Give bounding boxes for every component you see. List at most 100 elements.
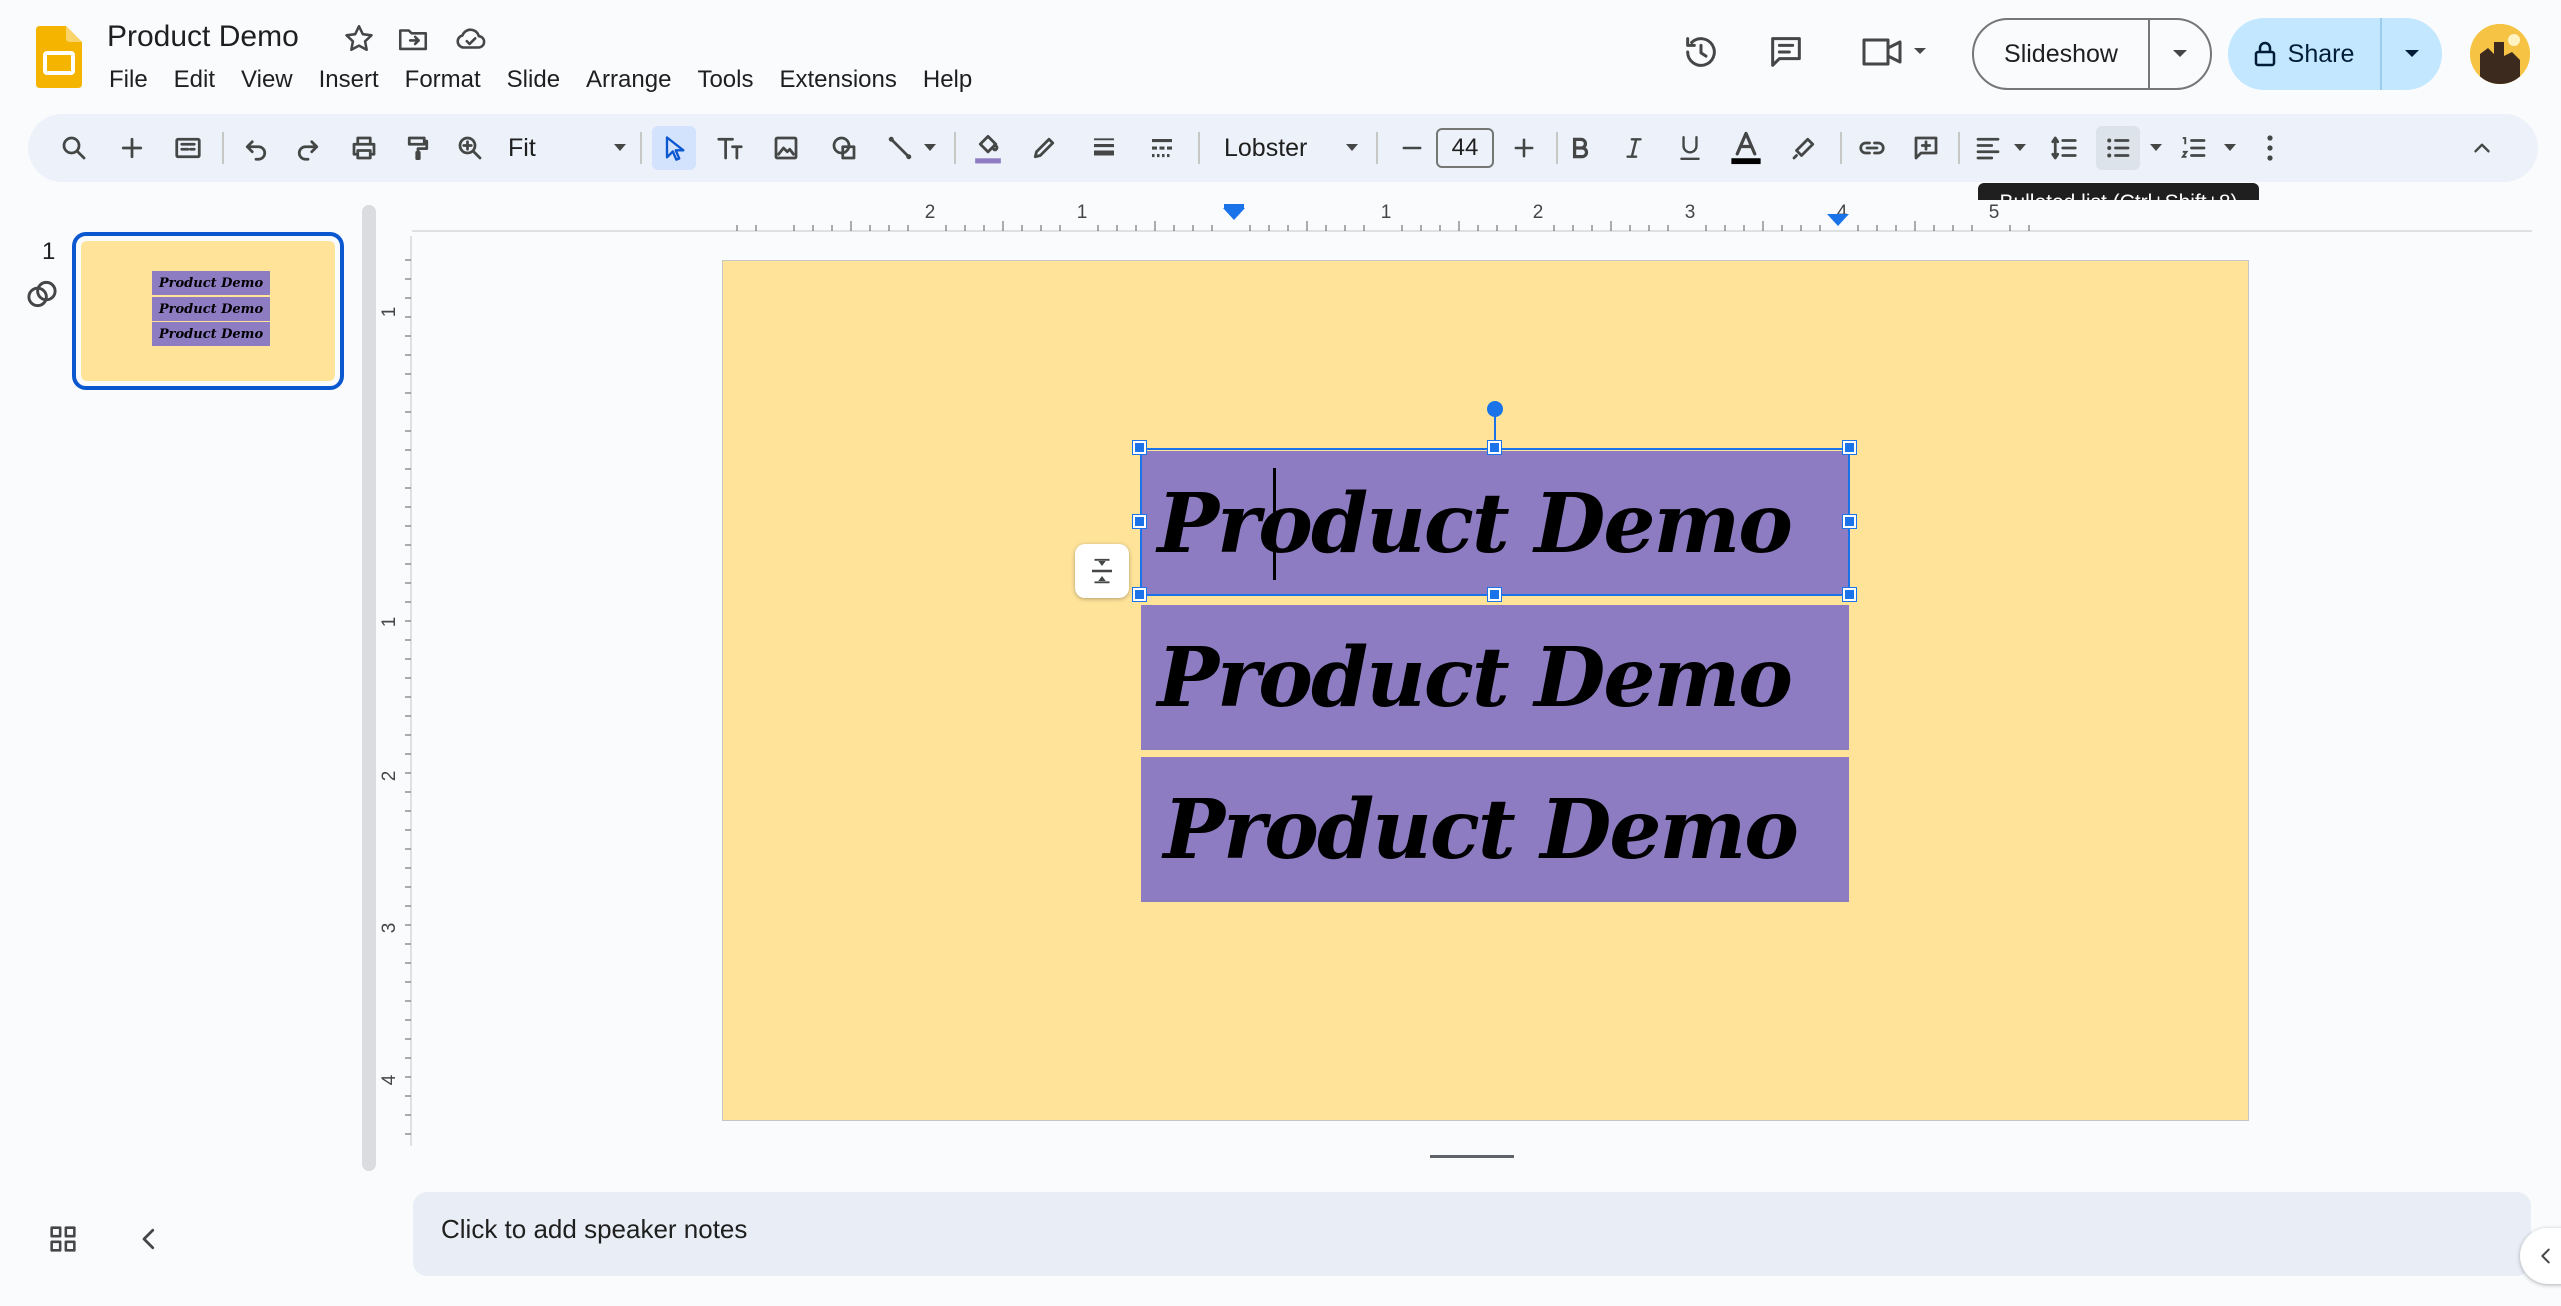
new-slide-button[interactable] bbox=[110, 126, 154, 170]
thumbnail-text-box: Product Demo bbox=[152, 271, 270, 295]
menu-slide[interactable]: Slide bbox=[494, 64, 573, 96]
version-history-icon[interactable] bbox=[1677, 28, 1725, 76]
toolbar-divider bbox=[640, 132, 642, 164]
vertical-ruler[interactable]: 1 1 2 3 4 bbox=[378, 236, 412, 1146]
filmstrip-scrollbar[interactable] bbox=[362, 205, 376, 1171]
shape-button[interactable] bbox=[822, 126, 866, 170]
zoom-value: Fit bbox=[508, 133, 536, 162]
resize-handle-top-right[interactable] bbox=[1842, 440, 1857, 455]
resize-handle-left[interactable] bbox=[1132, 514, 1147, 529]
collapse-toolbar-button[interactable] bbox=[2460, 126, 2504, 170]
slide-canvas[interactable]: Product Demo Product Demo Product Demo bbox=[722, 260, 2249, 1121]
show-side-panel-button[interactable] bbox=[2520, 1228, 2561, 1284]
bold-button[interactable] bbox=[1558, 126, 1602, 170]
bulleted-list-icon bbox=[2107, 138, 2130, 158]
select-tool-button[interactable] bbox=[652, 126, 696, 170]
menu-edit[interactable]: Edit bbox=[161, 64, 228, 96]
zoom-select[interactable]: Fit bbox=[508, 124, 628, 172]
notes-resize-handle[interactable] bbox=[1430, 1155, 1514, 1158]
line-options-button[interactable] bbox=[918, 126, 942, 170]
collapse-filmstrip-button[interactable] bbox=[134, 1224, 164, 1254]
border-weight-button[interactable] bbox=[1082, 126, 1126, 170]
numbered-list-button[interactable] bbox=[2172, 126, 2216, 170]
resize-handle-bottom-right[interactable] bbox=[1842, 587, 1857, 602]
account-avatar[interactable] bbox=[2470, 24, 2530, 84]
share-options-button[interactable] bbox=[2382, 18, 2442, 90]
slideshow-options-button[interactable] bbox=[2150, 20, 2210, 88]
menu-arrange[interactable]: Arrange bbox=[573, 64, 684, 96]
menu-view[interactable]: View bbox=[228, 64, 306, 96]
star-icon[interactable] bbox=[342, 22, 376, 56]
resize-handle-top-left[interactable] bbox=[1132, 440, 1147, 455]
share-group: Share bbox=[2228, 18, 2442, 90]
menu-insert[interactable]: Insert bbox=[306, 64, 392, 96]
share-button[interactable]: Share bbox=[2228, 18, 2382, 90]
numbered-list-icon bbox=[2180, 137, 2206, 158]
chevron-down-icon bbox=[2173, 50, 2187, 57]
zoom-button[interactable] bbox=[448, 126, 492, 170]
border-color-button[interactable] bbox=[1022, 126, 1066, 170]
insert-comment-button[interactable] bbox=[1904, 126, 1948, 170]
comments-icon[interactable] bbox=[1762, 28, 1810, 76]
undo-button[interactable] bbox=[234, 126, 278, 170]
toolbar-divider bbox=[222, 132, 224, 164]
italic-button[interactable] bbox=[1612, 126, 1656, 170]
font-select[interactable]: Lobster bbox=[1224, 124, 1360, 172]
menu-file[interactable]: File bbox=[96, 64, 161, 96]
text-box-button[interactable] bbox=[708, 126, 752, 170]
insert-image-button[interactable] bbox=[764, 126, 808, 170]
search-menus-button[interactable] bbox=[52, 126, 96, 170]
decrease-font-size-button[interactable] bbox=[1390, 126, 1434, 170]
increase-font-size-button[interactable] bbox=[1502, 126, 1546, 170]
chevron-down-icon bbox=[2150, 144, 2162, 151]
text-color-button[interactable] bbox=[1724, 126, 1768, 170]
menu-extensions[interactable]: Extensions bbox=[766, 64, 909, 96]
cloud-saved-icon[interactable] bbox=[454, 22, 488, 56]
text-box-3[interactable]: Product Demo bbox=[1141, 757, 1849, 902]
thumbnail-text-box: Product Demo bbox=[152, 322, 270, 346]
highlight-color-button[interactable] bbox=[1782, 126, 1826, 170]
align-options-button[interactable] bbox=[2008, 126, 2032, 170]
fill-color-button[interactable] bbox=[966, 126, 1010, 170]
bulleted-list-button[interactable] bbox=[2096, 126, 2140, 170]
bulleted-list-options-button[interactable] bbox=[2144, 126, 2168, 170]
resize-handle-bottom-left[interactable] bbox=[1132, 587, 1147, 602]
meet-call-icon[interactable] bbox=[1856, 28, 1936, 76]
menu-format[interactable]: Format bbox=[392, 64, 494, 96]
slide-thumbnail[interactable]: Product Demo Product Demo Product Demo bbox=[72, 232, 344, 390]
border-dash-button[interactable] bbox=[1140, 126, 1184, 170]
linked-slide-icon bbox=[24, 278, 60, 310]
paint-format-button[interactable] bbox=[396, 126, 440, 170]
align-button[interactable] bbox=[1966, 126, 2010, 170]
slideshow-button[interactable]: Slideshow bbox=[1974, 20, 2150, 88]
print-button[interactable] bbox=[342, 126, 386, 170]
redo-button[interactable] bbox=[286, 126, 330, 170]
line-spacing-button[interactable] bbox=[2042, 126, 2086, 170]
menu-help[interactable]: Help bbox=[910, 64, 985, 96]
plus-icon bbox=[1514, 138, 1534, 158]
slides-logo-icon[interactable] bbox=[36, 26, 82, 88]
underline-button[interactable] bbox=[1668, 126, 1712, 170]
text-box-2[interactable]: Product Demo bbox=[1141, 605, 1849, 750]
rotate-handle[interactable] bbox=[1487, 401, 1503, 417]
resize-handle-bottom[interactable] bbox=[1487, 587, 1502, 602]
grid-view-button[interactable] bbox=[46, 1222, 80, 1256]
line-button[interactable] bbox=[878, 126, 922, 170]
horizontal-ruler[interactable]: 2112345 bbox=[412, 200, 2532, 232]
insert-link-button[interactable] bbox=[1850, 126, 1894, 170]
numbered-list-options-button[interactable] bbox=[2218, 126, 2242, 170]
document-title[interactable]: Product Demo bbox=[107, 20, 299, 54]
autofit-options-button[interactable] bbox=[1075, 544, 1129, 598]
resize-handle-right[interactable] bbox=[1842, 514, 1857, 529]
fill-bucket-icon bbox=[975, 135, 1001, 164]
menu-tools[interactable]: Tools bbox=[684, 64, 766, 96]
ruler-label: 2 bbox=[1533, 202, 1544, 223]
resize-handle-top[interactable] bbox=[1487, 440, 1502, 455]
plus-icon bbox=[121, 137, 143, 159]
more-options-button[interactable] bbox=[2248, 126, 2292, 170]
font-size-input[interactable]: 44 bbox=[1436, 128, 1494, 168]
move-to-folder-icon[interactable] bbox=[396, 22, 430, 56]
line-spacing-icon bbox=[2051, 136, 2077, 160]
lock-icon bbox=[2254, 41, 2275, 67]
layout-button[interactable] bbox=[166, 126, 210, 170]
